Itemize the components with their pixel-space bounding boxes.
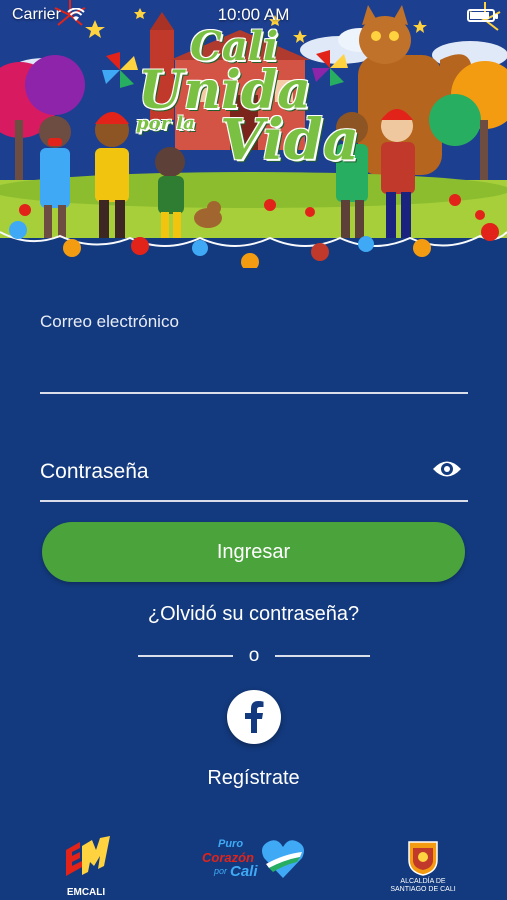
emcali-label: EMCALI [66,887,106,898]
email-field[interactable] [40,352,468,392]
emcali-mark [66,836,110,876]
divider-line-left [138,655,233,657]
divider-text: o [248,645,260,666]
status-bar: Carrier 10:00 AM [0,0,507,30]
password-field[interactable] [40,454,420,490]
status-time: 10:00 AM [217,5,290,24]
heart-icon [262,840,304,878]
corazon-line3: por [214,866,228,876]
alcaldia-logo: ALCALDÍA DE SANTIAGO DE CALI [385,840,461,900]
password-underline [40,500,468,502]
footer-logos: EMCALI Puro Corazón por Cali ALCALDÍA DE… [0,828,507,898]
corazon-line1: Puro [218,838,244,850]
alcaldia-label: ALCALDÍA DE SANTIAGO DE CALI [390,878,456,893]
divider-line-right [274,655,370,657]
emcali-logo: EMCALI [58,836,114,898]
email-underline [40,392,468,394]
forgot-password-link[interactable]: ¿Olvidó su contraseña? [0,603,507,626]
hero-title-line4: Vida [220,107,360,174]
facebook-login-button[interactable] [227,690,281,744]
status-left: Carrier [12,6,85,24]
corazon-line4: Cali [230,863,258,880]
email-field-group: Correo electrónico [40,312,468,394]
battery-icon [467,8,498,22]
login-button[interactable]: Ingresar [42,522,465,582]
email-label: Correo electrónico [40,312,179,331]
facebook-icon [245,701,264,733]
wifi-icon [67,8,85,21]
or-divider: o [138,644,370,668]
eye-icon[interactable] [432,458,462,480]
hero-banner: Cali Unida por la Vida Carrier 10:00 AM [0,0,507,268]
carrier-label: Carrier [12,6,61,23]
coat-of-arms-icon [408,841,438,876]
puro-corazon-logo: Puro Corazón por Cali [200,836,308,886]
hero-title: Cali Unida por la Vida [130,27,360,174]
password-field-group [40,450,468,504]
register-link[interactable]: Regístrate [0,767,507,790]
